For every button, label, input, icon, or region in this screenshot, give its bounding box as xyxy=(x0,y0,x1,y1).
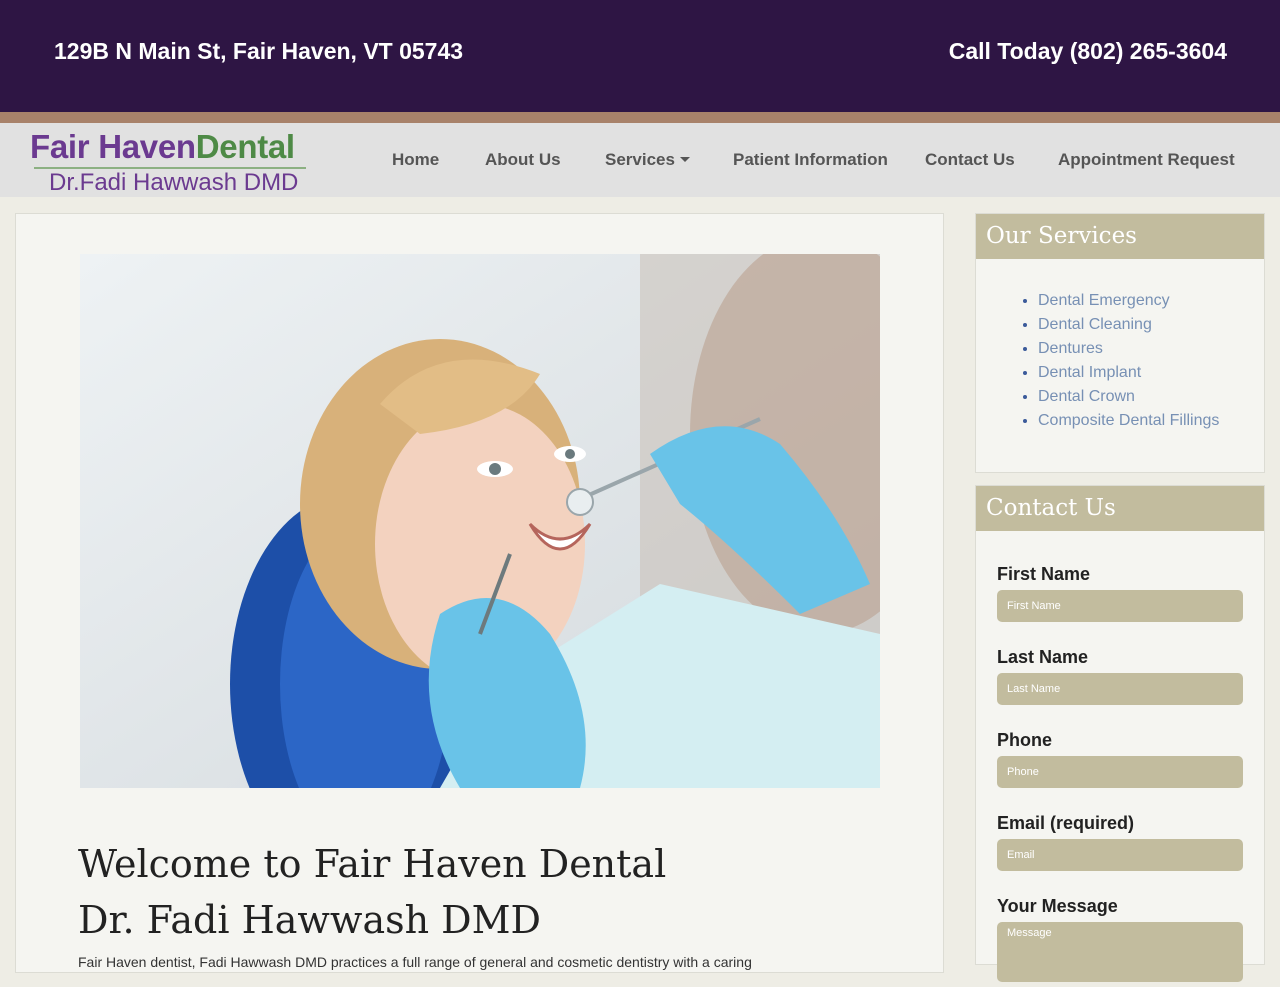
last-name-label: Last Name xyxy=(997,647,1089,667)
services-panel: Our Services Dental Emergency Dental Cle… xyxy=(975,213,1265,473)
first-name-input[interactable] xyxy=(997,590,1243,622)
service-link-composite-fillings[interactable]: Composite Dental Fillings xyxy=(1038,412,1219,429)
contact-panel: Contact Us First Name Last Name Phone Em… xyxy=(975,485,1265,982)
services-list: Dental Emergency Dental Cleaning Denture… xyxy=(976,259,1264,433)
email-label: Email (required) xyxy=(997,813,1135,833)
last-name-input[interactable] xyxy=(997,673,1243,705)
main-content-card: Welcome to Fair Haven Dental Dr. Fadi Ha… xyxy=(15,213,944,973)
welcome-heading: Welcome to Fair Haven Dental Dr. Fadi Ha… xyxy=(78,836,918,948)
list-item: Dentures xyxy=(1038,337,1264,361)
chevron-down-icon xyxy=(679,157,690,162)
contact-panel-title: Contact Us xyxy=(976,486,1264,531)
services-panel-title: Our Services xyxy=(976,214,1264,259)
accent-stripe xyxy=(0,112,1280,123)
phone-label: Phone xyxy=(997,730,1053,750)
email-input[interactable] xyxy=(997,839,1243,871)
service-link-dental-implant[interactable]: Dental Implant xyxy=(1038,364,1141,381)
list-item: Dental Crown xyxy=(1038,385,1264,409)
nav-item-home[interactable]: Home xyxy=(392,150,439,170)
top-info-bar: 129B N Main St, Fair Haven, VT 05743 Cal… xyxy=(0,0,1280,112)
message-field: Your Message xyxy=(997,896,1243,987)
last-name-field: Last Name xyxy=(997,647,1243,705)
list-item: Dental Emergency xyxy=(1038,289,1264,313)
phone-field: Phone xyxy=(997,730,1243,788)
nav-item-about-us[interactable]: About Us xyxy=(485,150,561,170)
welcome-heading-line2: Dr. Fadi Hawwash DMD xyxy=(78,898,542,942)
service-link-dental-cleaning[interactable]: Dental Cleaning xyxy=(1038,316,1152,333)
nav-item-services[interactable]: Services xyxy=(605,150,690,170)
nav-item-appointment-request[interactable]: Appointment Request xyxy=(1058,150,1235,170)
first-name-field: First Name xyxy=(997,564,1243,622)
service-link-dental-crown[interactable]: Dental Crown xyxy=(1038,388,1135,405)
call-today-phone[interactable]: Call Today (802) 265-3604 xyxy=(949,38,1227,65)
list-item: Dental Implant xyxy=(1038,361,1264,385)
first-name-label: First Name xyxy=(997,564,1091,584)
nav-menu: Home About Us Services Patient Informati… xyxy=(0,123,1280,197)
service-link-dentures[interactable]: Dentures xyxy=(1038,340,1103,357)
phone-input[interactable] xyxy=(997,756,1243,788)
hero-image xyxy=(80,254,880,788)
email-field: Email (required) xyxy=(997,813,1243,871)
list-item: Composite Dental Fillings xyxy=(1038,409,1264,433)
nav-item-services-label: Services xyxy=(605,150,675,169)
nav-item-patient-information[interactable]: Patient Information xyxy=(733,150,888,170)
service-link-dental-emergency[interactable]: Dental Emergency xyxy=(1038,292,1170,309)
intro-paragraph: Fair Haven dentist, Fadi Hawwash DMD pra… xyxy=(78,954,752,970)
nav-item-contact-us[interactable]: Contact Us xyxy=(925,150,1015,170)
welcome-heading-line1: Welcome to Fair Haven Dental xyxy=(78,842,667,886)
message-label: Your Message xyxy=(997,896,1118,916)
main-navbar: Fair HavenDental Dr.Fadi Hawwash DMD Hom… xyxy=(0,123,1280,197)
list-item: Dental Cleaning xyxy=(1038,313,1264,337)
message-input[interactable] xyxy=(997,922,1243,982)
address-text: 129B N Main St, Fair Haven, VT 05743 xyxy=(54,38,464,64)
